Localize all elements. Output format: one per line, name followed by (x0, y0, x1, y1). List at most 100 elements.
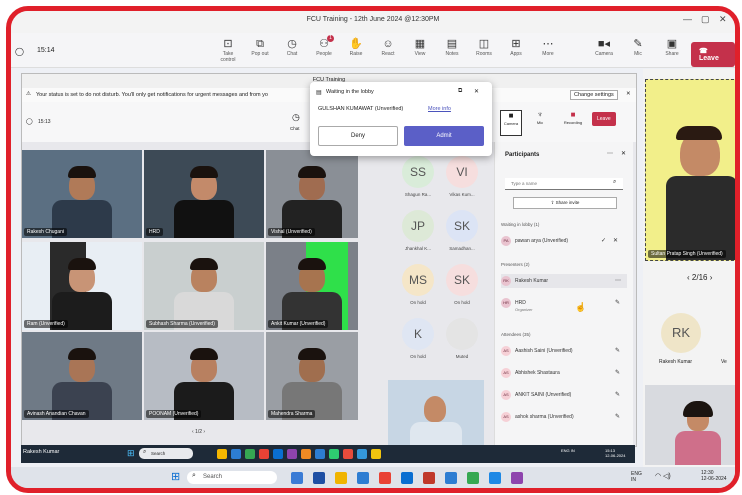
taskbar-clock[interactable]: 12:30 12-06-2024 (701, 470, 727, 482)
mic-off-icon[interactable]: ✎ (615, 369, 620, 376)
taskbar-app-icon[interactable] (315, 449, 325, 459)
taskbar-app-icon[interactable] (217, 449, 227, 459)
taskbar-app-icon[interactable] (259, 449, 269, 459)
close-icon[interactable]: ✕ (474, 88, 479, 95)
taskbar-app-icon[interactable] (401, 472, 413, 484)
view-button[interactable]: ▦ View (407, 37, 433, 57)
check-icon[interactable]: ✓ (601, 237, 606, 244)
taskbar-app-icon[interactable] (467, 472, 479, 484)
chevron-right-icon[interactable]: › (707, 273, 713, 282)
taskbar-app-icon[interactable] (329, 449, 339, 459)
taskbar-app-icon[interactable] (291, 472, 303, 484)
change-settings-button[interactable]: Change settings (570, 90, 618, 100)
taskbar-app-icon[interactable] (343, 449, 353, 459)
inner-mic-button[interactable]: ♆ Mic (530, 110, 550, 126)
chat-button[interactable]: ◷ Chat (279, 37, 305, 57)
notes-button[interactable]: ▤ Notes (439, 37, 465, 57)
participant-row[interactable]: AS Aashish Saini (Unverified) ✎ (501, 344, 627, 358)
participant-row[interactable]: AS ashok sharma (Unverified) ✎ (501, 410, 627, 424)
participant-search-input[interactable]: Type a name ⌕ (505, 178, 623, 190)
share-button[interactable]: ▣ Share (659, 37, 685, 57)
mic-off-icon[interactable]: ✎ (615, 413, 620, 420)
camera-button[interactable]: ■◂ Camera (591, 37, 617, 57)
taskbar-app-icon[interactable] (371, 449, 381, 459)
language-indicator[interactable]: ENG IN (631, 471, 647, 483)
taskbar-app-icon[interactable] (313, 472, 325, 484)
participant-row[interactable]: RK Rakesh Kumar ⋯ (501, 274, 627, 288)
participant-row[interactable]: HR HRD Organizer ✎ (501, 296, 627, 312)
taskbar-app-icon[interactable] (445, 472, 457, 484)
participant-row[interactable]: AS Abhishek Shastaura ✎ (501, 366, 627, 380)
popout-icon[interactable]: ⧉ (458, 88, 462, 95)
taskbar-app-name[interactable]: Rakesh Kumar (23, 449, 59, 455)
avatar: SK (446, 210, 478, 242)
more-icon[interactable]: ⋯ (615, 277, 621, 284)
mic-off-icon[interactable]: ✎ (615, 391, 620, 398)
lobby-person-row[interactable]: PA pawan arya (Unverified) ✓ ✕ (501, 234, 627, 248)
taskbar-app-icon[interactable] (287, 449, 297, 459)
react-button[interactable]: ☺ React (375, 37, 401, 57)
view-icon: ▦ (414, 38, 426, 50)
taskbar-app-icon[interactable] (357, 472, 369, 484)
admit-button[interactable]: Admit (404, 126, 484, 146)
maximize-icon[interactable]: ▢ (701, 14, 710, 25)
toolbar-label: Apps (510, 51, 522, 57)
attendees-section[interactable]: Attendees (35) (501, 332, 531, 337)
apps-button[interactable]: ⊞ Apps (503, 37, 529, 57)
taskbar-search[interactable]: ⌕ Search (139, 448, 193, 459)
taskbar-app-icon[interactable] (489, 472, 501, 484)
share-invite-button[interactable]: ⇪ Share invite (513, 197, 617, 209)
deny-button[interactable]: Deny (318, 126, 398, 146)
close-icon[interactable]: ✕ (719, 14, 727, 25)
close-panel-icon[interactable]: ✕ (621, 150, 626, 157)
mic-off-icon[interactable]: ✎ (615, 347, 620, 354)
search-icon: ⌕ (613, 179, 617, 185)
participant-name: HRD (515, 300, 526, 306)
taskbar-app-icon[interactable] (231, 449, 241, 459)
taskbar-clock[interactable]: 15:13 12-06-2024 (605, 448, 625, 458)
avatar: AS (501, 368, 511, 378)
popout-button[interactable]: ⧉ Pop out (247, 37, 273, 57)
taskbar-app-icon[interactable] (301, 449, 311, 459)
taskbar-app-icon[interactable] (423, 472, 435, 484)
taskbar-app-icon[interactable] (511, 472, 523, 484)
close-icon[interactable]: ✕ (613, 237, 618, 244)
taskbar-search[interactable]: ⌕ Search (187, 471, 277, 484)
avatar: JP (402, 210, 434, 242)
right-pager[interactable]: ‹ 2/16 › (687, 273, 712, 282)
chevron-right-icon[interactable]: › (202, 429, 205, 435)
people-button[interactable]: ⚇ 1 People (311, 35, 337, 57)
taskbar-app-icon[interactable] (379, 472, 391, 484)
recording-button[interactable]: ■ Recording (560, 110, 586, 126)
share-content-button[interactable]: ⊡ Take control (215, 37, 241, 63)
taskbar-app-icon[interactable] (245, 449, 255, 459)
chat-icon[interactable]: ◷ (292, 112, 300, 123)
windows-icon[interactable]: ⊞ (127, 448, 135, 459)
video-tile: Mahendra Sharma (266, 332, 358, 420)
language-indicator[interactable]: ENG IN (561, 448, 575, 453)
mic-off-icon[interactable]: ✎ (615, 299, 620, 306)
taskbar-app-icon[interactable] (357, 449, 367, 459)
taskbar-app-icon[interactable] (335, 472, 347, 484)
lobby-title: Waiting in the lobby (326, 89, 374, 95)
windows-icon[interactable]: ⊞ (171, 470, 180, 483)
presenters-section[interactable]: Presenters (2) (501, 262, 530, 267)
minimize-icon[interactable]: — (683, 14, 692, 24)
wifi-icon[interactable]: ◠ ◁) (655, 472, 671, 480)
rooms-button[interactable]: ◫ Rooms (471, 37, 497, 57)
lobby-section[interactable]: Waiting in lobby (1) (501, 222, 539, 227)
more-button[interactable]: ⋯ More (535, 37, 561, 57)
inner-camera-button[interactable]: ■ Camera (500, 110, 522, 136)
leave-button[interactable]: ☎ Leave (691, 42, 735, 67)
inner-timer: 15:13 (38, 119, 51, 125)
more-options-icon[interactable]: ⋯ (607, 150, 613, 157)
dismiss-icon[interactable]: ✕ (626, 91, 631, 97)
participant-row[interactable]: AS ANKIT SAINI (Unverified) ✎ (501, 388, 627, 402)
more-info-link[interactable]: More info (428, 106, 451, 112)
mic-button[interactable]: ✎ Mic (625, 37, 651, 57)
grid-pager[interactable]: ‹ 1/2 › (192, 429, 205, 435)
avatar-label: On hold (410, 300, 426, 305)
raise-hand-button[interactable]: ✋ Raise (343, 37, 369, 57)
taskbar-app-icon[interactable] (273, 449, 283, 459)
inner-leave-button[interactable]: Leave (592, 112, 616, 126)
